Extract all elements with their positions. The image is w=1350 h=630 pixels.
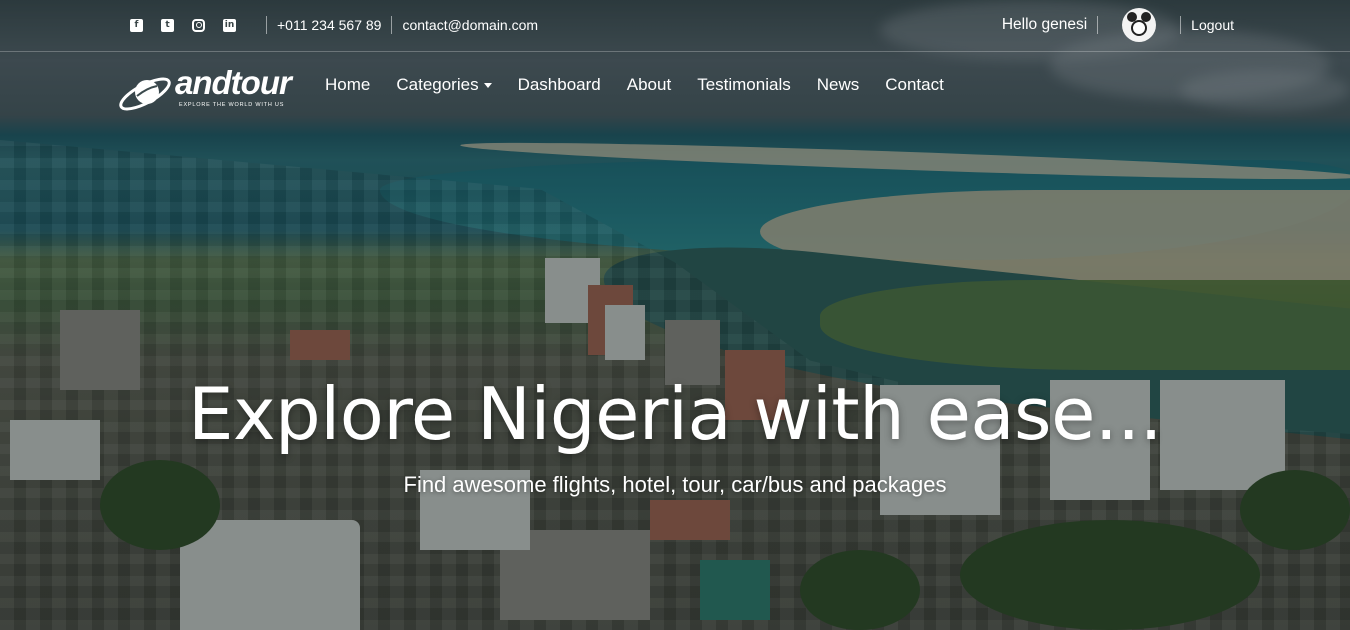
linkedin-icon[interactable]: in — [223, 18, 236, 32]
brand-name: andtour — [175, 64, 292, 101]
brand-tagline: EXPLORE THE WORLD WITH US — [179, 102, 285, 108]
nav-dashboard[interactable]: Dashboard — [518, 75, 601, 95]
nav-testimonials[interactable]: Testimonials — [697, 75, 791, 95]
nav-news[interactable]: News — [817, 75, 860, 95]
phone-number: +011 234 567 89 — [277, 17, 382, 33]
nav-menu: Home Categories Dashboard About Testimon… — [325, 52, 944, 118]
divider — [391, 16, 393, 34]
top-bar: f t in +011 234 567 89 contact@domain.co… — [0, 0, 1350, 52]
main-navbar: andtour EXPLORE THE WORLD WITH US Home C… — [0, 52, 1350, 120]
avatar[interactable] — [1122, 8, 1157, 42]
logout-link[interactable]: Logout — [1191, 17, 1234, 33]
contact-info: f t in +011 234 567 89 contact@domain.co… — [130, 0, 538, 50]
nav-categories[interactable]: Categories — [396, 75, 492, 95]
hero-title: Explore Nigeria with ease... — [187, 372, 1163, 456]
nav-home[interactable]: Home — [325, 75, 370, 95]
social-links: f t in — [130, 18, 236, 32]
user-greeting: Hello genesi — [1001, 16, 1088, 33]
brand-logo[interactable]: andtour EXPLORE THE WORLD WITH US — [117, 64, 292, 116]
instagram-icon[interactable] — [192, 18, 205, 32]
chevron-down-icon — [483, 82, 492, 88]
facebook-icon[interactable]: f — [130, 18, 143, 32]
email-address: contact@domain.com — [402, 17, 539, 33]
nav-about[interactable]: About — [627, 75, 671, 95]
planet-logo-icon — [119, 77, 171, 111]
divider — [1180, 16, 1182, 34]
user-area: Hello genesi Logout — [1002, 0, 1234, 50]
twitter-icon[interactable]: t — [161, 18, 174, 32]
divider — [1097, 16, 1099, 34]
nav-contact[interactable]: Contact — [885, 75, 944, 95]
hero-subtitle: Find awesome flights, hotel, tour, car/b… — [403, 472, 947, 497]
divider — [266, 16, 267, 34]
nav-categories-label: Categories — [396, 75, 479, 94]
